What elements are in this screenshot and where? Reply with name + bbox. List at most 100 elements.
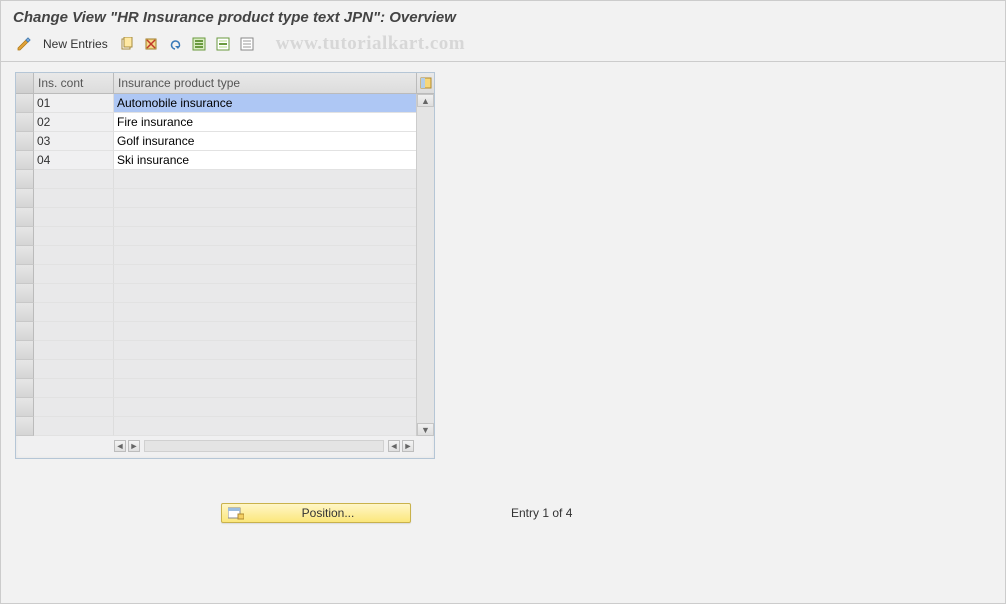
select-block-icon[interactable]: [214, 35, 232, 53]
table-row: [16, 189, 416, 208]
column-header-ins[interactable]: Ins. cont: [34, 73, 114, 93]
scroll-down-icon[interactable]: ▼: [417, 423, 434, 436]
ins-cont-cell: [34, 227, 114, 246]
table-row: 01: [16, 94, 416, 113]
scroll-left-end-icon[interactable]: ◄: [388, 440, 400, 452]
undo-icon[interactable]: [166, 35, 184, 53]
position-label: Position...: [252, 506, 404, 520]
product-type-cell: [114, 303, 416, 322]
row-selector[interactable]: [16, 246, 34, 265]
row-selector[interactable]: [16, 322, 34, 341]
row-selector[interactable]: [16, 341, 34, 360]
copy-icon[interactable]: [118, 35, 136, 53]
table-row: [16, 379, 416, 398]
row-selector[interactable]: [16, 151, 34, 170]
product-type-input[interactable]: [114, 151, 416, 169]
table-header: Ins. cont Insurance product type: [16, 73, 434, 94]
ins-cont-cell: [34, 303, 114, 322]
footer: Position... Entry 1 of 4: [221, 503, 1005, 523]
table-config-icon[interactable]: [416, 73, 434, 93]
product-type-input[interactable]: [114, 113, 416, 131]
table-row: [16, 265, 416, 284]
ins-cont-cell: [34, 360, 114, 379]
position-icon: [228, 506, 244, 520]
ins-cont-cell: [34, 398, 114, 417]
row-selector[interactable]: [16, 265, 34, 284]
row-selector[interactable]: [16, 417, 34, 436]
table-row: [16, 398, 416, 417]
deselect-all-icon[interactable]: [238, 35, 256, 53]
toolbar: New Entries www.tutorialkart.com: [1, 30, 1005, 62]
product-type-cell: [114, 265, 416, 284]
product-type-cell: [114, 113, 416, 132]
ins-cont-cell: [34, 341, 114, 360]
ins-cont-cell: [34, 322, 114, 341]
scroll-right-end-icon[interactable]: ►: [402, 440, 414, 452]
vertical-scrollbar[interactable]: ▲ ▼: [416, 94, 434, 436]
product-type-cell: [114, 398, 416, 417]
row-selector-header[interactable]: [16, 73, 34, 93]
scroll-left-icon[interactable]: ◄: [114, 440, 126, 452]
ins-cont-cell: [34, 246, 114, 265]
product-type-input[interactable]: [114, 94, 416, 112]
ins-cont-cell[interactable]: 02: [34, 113, 114, 132]
scroll-right-step-icon[interactable]: ►: [128, 440, 140, 452]
ins-cont-cell: [34, 379, 114, 398]
position-button[interactable]: Position...: [221, 503, 411, 523]
product-type-cell: [114, 94, 416, 113]
row-selector[interactable]: [16, 113, 34, 132]
row-selector[interactable]: [16, 189, 34, 208]
row-selector[interactable]: [16, 284, 34, 303]
data-table: Ins. cont Insurance product type 0102030…: [15, 72, 435, 459]
product-type-cell: [114, 379, 416, 398]
ins-cont-cell: [34, 208, 114, 227]
table-row: [16, 322, 416, 341]
row-selector[interactable]: [16, 208, 34, 227]
watermark-text: www.tutorialkart.com: [276, 33, 465, 55]
table-row: [16, 341, 416, 360]
row-selector[interactable]: [16, 94, 34, 113]
ins-cont-cell: [34, 189, 114, 208]
row-selector[interactable]: [16, 170, 34, 189]
product-type-cell: [114, 208, 416, 227]
table-row: 02: [16, 113, 416, 132]
delete-icon[interactable]: [142, 35, 160, 53]
scroll-up-icon[interactable]: ▲: [417, 94, 434, 107]
ins-cont-cell: [34, 417, 114, 436]
row-selector[interactable]: [16, 379, 34, 398]
table-row: [16, 246, 416, 265]
table-row: [16, 360, 416, 379]
ins-cont-cell: [34, 284, 114, 303]
product-type-cell: [114, 227, 416, 246]
product-type-input[interactable]: [114, 132, 416, 150]
page-title: Change View "HR Insurance product type t…: [1, 1, 1005, 30]
table-row: [16, 417, 416, 436]
ins-cont-cell[interactable]: 01: [34, 94, 114, 113]
product-type-cell: [114, 170, 416, 189]
product-type-cell: [114, 151, 416, 170]
table-row: [16, 170, 416, 189]
product-type-cell: [114, 417, 416, 436]
row-selector[interactable]: [16, 398, 34, 417]
row-selector[interactable]: [16, 360, 34, 379]
table-row: 03: [16, 132, 416, 151]
ins-cont-cell[interactable]: 03: [34, 132, 114, 151]
new-entries-button[interactable]: New Entries: [39, 37, 112, 51]
ins-cont-cell[interactable]: 04: [34, 151, 114, 170]
product-type-cell: [114, 341, 416, 360]
table-row: [16, 303, 416, 322]
column-header-type[interactable]: Insurance product type: [114, 73, 416, 93]
horizontal-scrollbar[interactable]: ◄ ► ◄ ►: [16, 438, 434, 454]
product-type-cell: [114, 246, 416, 265]
change-icon[interactable]: [15, 35, 33, 53]
ins-cont-cell: [34, 170, 114, 189]
select-all-icon[interactable]: [190, 35, 208, 53]
table-row: 04: [16, 151, 416, 170]
row-selector[interactable]: [16, 227, 34, 246]
product-type-cell: [114, 284, 416, 303]
product-type-cell: [114, 360, 416, 379]
entry-counter: Entry 1 of 4: [511, 506, 572, 520]
row-selector[interactable]: [16, 132, 34, 151]
row-selector[interactable]: [16, 303, 34, 322]
product-type-cell: [114, 322, 416, 341]
